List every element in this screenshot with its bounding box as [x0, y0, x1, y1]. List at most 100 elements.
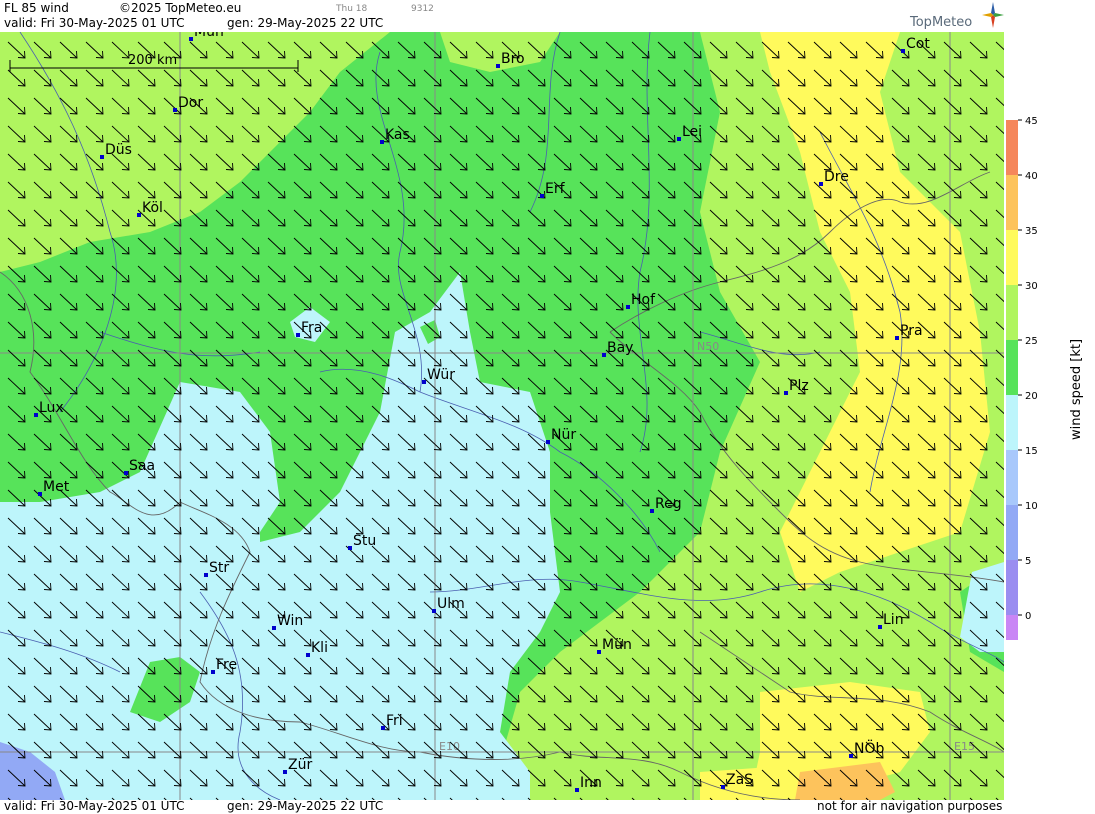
city-stu[interactable]: Stu [348, 533, 376, 550]
city-label: Met [43, 479, 70, 495]
city-bro[interactable]: Bro [496, 51, 525, 68]
city-label: Wür [427, 367, 455, 383]
city-zur[interactable]: Zür [283, 757, 312, 774]
city-marker [173, 108, 177, 112]
city-marker [296, 333, 300, 337]
city-marker [626, 305, 630, 309]
city-marker [100, 155, 104, 159]
city-marker [819, 182, 823, 186]
city-marker [784, 391, 788, 395]
city-marker [204, 573, 208, 577]
legend-tick-label: 15 [1025, 446, 1038, 457]
city-label: Dre [824, 169, 849, 185]
city-marker [272, 626, 276, 630]
city-munich[interactable]: Mün [597, 637, 632, 654]
city-inn[interactable]: Inn [575, 775, 602, 792]
legend-canvas: 0 5 10 15 20 25 30 35 40 45 wind speed [kt] [1006, 116, 1084, 670]
city-marker [189, 37, 193, 41]
city-marker [137, 213, 141, 217]
city-win[interactable]: Win [272, 613, 303, 630]
city-marker [306, 653, 310, 657]
city-marker [422, 380, 426, 384]
city-label: Kli [311, 640, 328, 656]
compass-icon [982, 2, 1004, 28]
city-marker [283, 770, 287, 774]
city-label: Düs [105, 142, 132, 158]
legend-swatch [1006, 505, 1018, 560]
city-label: Reg [655, 496, 682, 512]
city-nur[interactable]: Nür [546, 427, 576, 444]
city-met[interactable]: Met [38, 479, 70, 496]
city-label: Lux [39, 400, 64, 416]
map-canvas: N50 E10 E15 200 km Mün Bro Cot Dor Kas Lei Düs… [0, 32, 1004, 800]
city-marker [540, 194, 544, 198]
city-label: Köl [142, 200, 163, 216]
city-label: Kas [385, 127, 410, 143]
city-dre[interactable]: Dre [819, 169, 849, 186]
city-lux[interactable]: Lux [34, 400, 64, 417]
city-kas[interactable]: Kas [380, 127, 410, 144]
city-label: Pra [900, 323, 923, 339]
city-label: ZaS [726, 772, 753, 788]
topmeteo-logo: TopMeteo [908, 2, 1004, 32]
city-marker [124, 471, 128, 475]
city-pra[interactable]: Pra [895, 323, 923, 340]
legend-swatch [1006, 175, 1018, 230]
legend-swatch [1006, 395, 1018, 450]
city-label: Inn [580, 775, 602, 791]
city-marker [721, 785, 725, 789]
city-marker [677, 137, 681, 141]
city-label: Fra [301, 320, 322, 336]
legend-tick-label: 30 [1025, 281, 1038, 292]
city-label: Fri [386, 713, 403, 729]
legend-swatch [1006, 615, 1018, 670]
header-small-code: 9312 [411, 4, 434, 14]
city-label: Cot [906, 36, 930, 52]
city-marker [849, 754, 853, 758]
legend-swatch [1006, 450, 1018, 505]
city-label: NÖb [854, 739, 884, 757]
city-saa[interactable]: Saa [124, 458, 155, 475]
grid-label-e15: E15 [954, 740, 975, 753]
city-label: Dor [178, 95, 203, 111]
city-marker [380, 140, 384, 144]
city-zas[interactable]: ZaS [721, 772, 753, 789]
city-bay[interactable]: Bay [602, 340, 633, 357]
city-label: Lei [682, 124, 702, 140]
legend-tick-label: 25 [1025, 336, 1038, 347]
grid-label-e10: E10 [439, 740, 460, 753]
legend-tick-label: 0 [1025, 611, 1031, 622]
city-label: Bay [607, 340, 633, 356]
city-marker [38, 492, 42, 496]
legend-tick-label: 20 [1025, 391, 1038, 402]
city-marker [546, 440, 550, 444]
city-label: Lin [883, 612, 904, 628]
city-ulm[interactable]: Ulm [432, 596, 465, 613]
city-marker [496, 64, 500, 68]
city-hof[interactable]: Hof [626, 292, 656, 309]
city-label: Bro [501, 51, 525, 67]
city-label: Saa [129, 458, 155, 474]
product-title: FL 85 wind [4, 1, 69, 15]
city-dor[interactable]: Dor [173, 95, 203, 112]
city-marker [602, 353, 606, 357]
wind-map[interactable]: N50 E10 E15 200 km Mün Bro Cot Dor Kas Lei Düs… [0, 32, 1004, 800]
city-cot[interactable]: Cot [901, 36, 930, 53]
city-mun[interactable]: Mün [189, 32, 224, 41]
footer-valid-time: valid: Fri 30-May-2025 01 UTC [4, 799, 185, 813]
city-marker [895, 336, 899, 340]
city-label: Hof [631, 292, 656, 308]
city-reg[interactable]: Reg [650, 496, 682, 513]
city-wur[interactable]: Wür [422, 367, 455, 384]
city-label: Plz [789, 378, 809, 394]
generated-time: gen: 29-May-2025 22 UTC [227, 16, 384, 30]
grid-label-n50: N50 [697, 340, 719, 353]
city-marker [901, 49, 905, 53]
city-nob[interactable]: NÖb [849, 739, 884, 758]
brand-name: TopMeteo [910, 15, 973, 30]
city-dus[interactable]: Düs [100, 142, 132, 159]
city-marker [432, 609, 436, 613]
legend-swatch [1006, 340, 1018, 395]
legend-swatch [1006, 560, 1018, 615]
city-marker [348, 546, 352, 550]
